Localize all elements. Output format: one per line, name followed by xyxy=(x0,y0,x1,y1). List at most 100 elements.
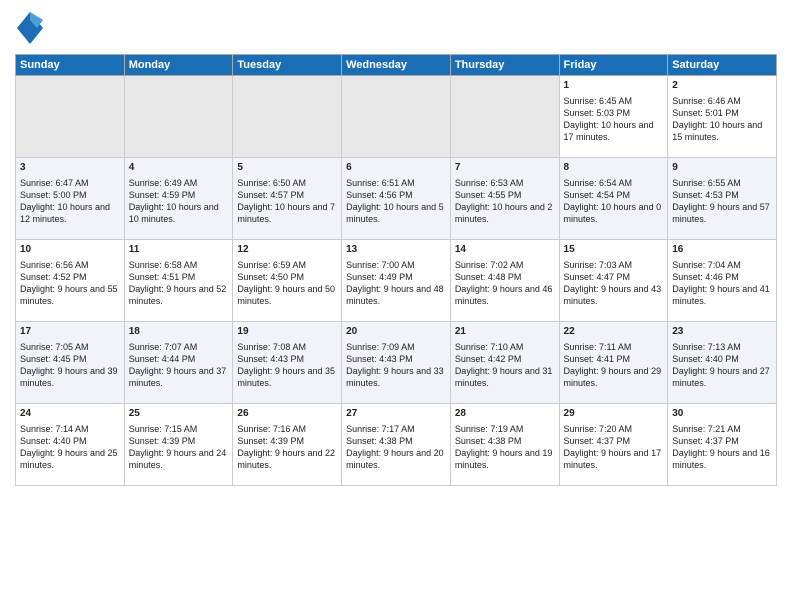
day-number: 25 xyxy=(129,407,229,421)
calendar-cell: 23Sunrise: 7:13 AMSunset: 4:40 PMDayligh… xyxy=(668,322,777,404)
day-number: 19 xyxy=(237,325,337,339)
day-info-line: Daylight: 10 hours and 5 minutes. xyxy=(346,201,446,225)
day-info-line: Sunset: 4:45 PM xyxy=(20,353,120,365)
calendar-cell: 3Sunrise: 6:47 AMSunset: 5:00 PMDaylight… xyxy=(16,158,125,240)
day-number: 17 xyxy=(20,325,120,339)
day-info-line: Daylight: 9 hours and 33 minutes. xyxy=(346,365,446,389)
day-number: 22 xyxy=(564,325,664,339)
day-number: 10 xyxy=(20,243,120,257)
day-info-line: Sunset: 4:40 PM xyxy=(672,353,772,365)
day-number: 20 xyxy=(346,325,446,339)
calendar-cell: 19 Sunrise: 7:08 AMSunset: 4:43 PMDayligh… xyxy=(233,322,342,404)
calendar-cell xyxy=(16,76,125,158)
day-number: 2 xyxy=(672,79,772,93)
calendar-cell xyxy=(233,76,342,158)
calendar-cell xyxy=(342,76,451,158)
day-info-line: Sunrise: 6:55 AM xyxy=(672,177,772,189)
day-info-line: Daylight: 10 hours and 2 minutes. xyxy=(455,201,555,225)
calendar-cell: 25Sunrise: 7:15 AMSunset: 4:39 PMDayligh… xyxy=(124,404,233,486)
day-info-line: Daylight: 9 hours and 20 minutes. xyxy=(346,447,446,471)
day-number: 26 xyxy=(237,407,337,421)
calendar-cell: 29Sunrise: 7:20 AMSunset: 4:37 PMDayligh… xyxy=(559,404,668,486)
day-info-line: Sunrise: 7:20 AM xyxy=(564,423,664,435)
day-info-line: Sunset: 4:46 PM xyxy=(672,271,772,283)
col-wednesday: Wednesday xyxy=(342,55,451,76)
day-info-line: Sunset: 4:49 PM xyxy=(346,271,446,283)
calendar-cell: 11Sunrise: 6:58 AMSunset: 4:51 PMDayligh… xyxy=(124,240,233,322)
day-info-line: Daylight: 9 hours and 31 minutes. xyxy=(455,365,555,389)
day-info-line: Sunrise: 7:19 AM xyxy=(455,423,555,435)
day-number: 8 xyxy=(564,161,664,175)
calendar-cell: 1Sunrise: 6:45 AMSunset: 5:03 PMDaylight… xyxy=(559,76,668,158)
day-info-line: Sunset: 4:37 PM xyxy=(672,435,772,447)
week-row-4: 17Sunrise: 7:05 AMSunset: 4:45 PMDayligh… xyxy=(16,322,777,404)
day-info-line: Daylight: 10 hours and 7 minutes. xyxy=(237,201,337,225)
calendar-cell: 10Sunrise: 6:56 AMSunset: 4:52 PMDayligh… xyxy=(16,240,125,322)
day-number: 27 xyxy=(346,407,446,421)
day-info-line: Sunset: 4:53 PM xyxy=(672,189,772,201)
day-number: 30 xyxy=(672,407,772,421)
calendar-cell: 27 Sunrise: 7:17 AMSunset: 4:38 PMDayligh… xyxy=(342,404,451,486)
day-info-line: Daylight: 10 hours and 12 minutes. xyxy=(20,201,120,225)
calendar-cell: 21Sunrise: 7:10 AMSunset: 4:42 PMDayligh… xyxy=(450,322,559,404)
day-info-line: Daylight: 9 hours and 41 minutes. xyxy=(672,283,772,307)
day-info-line: Sunset: 4:38 PM xyxy=(455,435,555,447)
day-number: 6 xyxy=(346,161,446,175)
day-info-line: Daylight: 9 hours and 24 minutes. xyxy=(129,447,229,471)
day-number: 15 xyxy=(564,243,664,257)
col-monday: Monday xyxy=(124,55,233,76)
day-info-line: Sunset: 4:42 PM xyxy=(455,353,555,365)
day-info-line: Daylight: 9 hours and 57 minutes. xyxy=(672,201,772,225)
calendar-cell: 22Sunrise: 7:11 AMSunset: 4:41 PMDayligh… xyxy=(559,322,668,404)
day-info-line: Sunset: 4:51 PM xyxy=(129,271,229,283)
calendar-cell: 6Sunrise: 6:51 AMSunset: 4:56 PMDaylight… xyxy=(342,158,451,240)
day-info-line: Sunrise: 7:17 AM xyxy=(346,423,446,435)
day-number: 12 xyxy=(237,243,337,257)
day-info-line: Sunset: 4:56 PM xyxy=(346,189,446,201)
day-info-line: Daylight: 9 hours and 43 minutes. xyxy=(564,283,664,307)
day-info-line: Daylight: 9 hours and 55 minutes. xyxy=(20,283,120,307)
calendar-cell: 4Sunrise: 6:49 AMSunset: 4:59 PMDaylight… xyxy=(124,158,233,240)
calendar-cell: 24Sunrise: 7:14 AMSunset: 4:40 PMDayligh… xyxy=(16,404,125,486)
col-saturday: Saturday xyxy=(668,55,777,76)
day-number: 4 xyxy=(129,161,229,175)
day-info-line: Daylight: 9 hours and 16 minutes. xyxy=(672,447,772,471)
day-info-line: Daylight: 9 hours and 27 minutes. xyxy=(672,365,772,389)
day-info-line: Sunset: 4:55 PM xyxy=(455,189,555,201)
calendar-cell: 26Sunrise: 7:16 AMSunset: 4:39 PMDayligh… xyxy=(233,404,342,486)
day-number: 28 xyxy=(455,407,555,421)
day-info-line: Sunset: 4:47 PM xyxy=(564,271,664,283)
calendar-cell: 9Sunrise: 6:55 AMSunset: 4:53 PMDaylight… xyxy=(668,158,777,240)
day-number: 1 xyxy=(564,79,664,93)
day-info-line: Sunrise: 7:07 AM xyxy=(129,341,229,353)
day-info-line: Sunset: 4:38 PM xyxy=(346,435,446,447)
day-info-line: Sunset: 4:40 PM xyxy=(20,435,120,447)
day-info-line: Sunrise: 7:05 AM xyxy=(20,341,120,353)
day-info-line: Sunrise: 7:04 AM xyxy=(672,259,772,271)
day-info-line: Daylight: 10 hours and 10 minutes. xyxy=(129,201,229,225)
day-info-line: Daylight: 9 hours and 35 minutes. xyxy=(237,365,337,389)
logo xyxy=(15,10,49,46)
day-number: 23 xyxy=(672,325,772,339)
day-info-line: Sunrise: 6:46 AM xyxy=(672,95,772,107)
day-number: 24 xyxy=(20,407,120,421)
day-info-line: Sunrise: 7:14 AM xyxy=(20,423,120,435)
day-number: 5 xyxy=(237,161,337,175)
day-info-line: Sunrise: 7:09 AM xyxy=(346,341,446,353)
day-info-line: Sunset: 4:57 PM xyxy=(237,189,337,201)
day-info-line: Sunset: 4:39 PM xyxy=(237,435,337,447)
day-info-line: Sunrise: 7:08 AM xyxy=(237,341,337,353)
header-row: Sunday Monday Tuesday Wednesday Thursday… xyxy=(16,55,777,76)
day-info-line: Sunset: 4:43 PM xyxy=(237,353,337,365)
day-info-line: Sunrise: 7:00 AM xyxy=(346,259,446,271)
calendar-cell: 28Sunrise: 7:19 AMSunset: 4:38 PMDayligh… xyxy=(450,404,559,486)
day-info-line: Daylight: 9 hours and 22 minutes. xyxy=(237,447,337,471)
day-info-line: Sunrise: 7:21 AM xyxy=(672,423,772,435)
day-info-line: Daylight: 9 hours and 39 minutes. xyxy=(20,365,120,389)
week-row-1: 1Sunrise: 6:45 AMSunset: 5:03 PMDaylight… xyxy=(16,76,777,158)
day-info-line: Daylight: 9 hours and 48 minutes. xyxy=(346,283,446,307)
day-number: 13 xyxy=(346,243,446,257)
day-info-line: Sunset: 4:39 PM xyxy=(129,435,229,447)
col-friday: Friday xyxy=(559,55,668,76)
calendar-cell xyxy=(124,76,233,158)
